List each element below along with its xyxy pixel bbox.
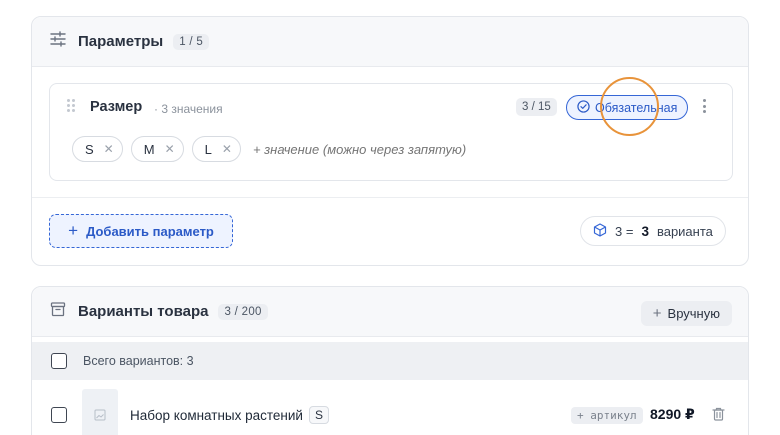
value-chip-label: S: [85, 141, 94, 157]
trash-icon[interactable]: [712, 407, 725, 426]
remove-value-icon[interactable]: ✕: [222, 142, 232, 156]
image-placeholder-icon[interactable]: [82, 389, 118, 435]
drag-handle-icon[interactable]: [67, 99, 75, 112]
check-circle-icon: [577, 99, 590, 116]
plus-icon: +: [68, 221, 79, 240]
plus-icon: +: [652, 305, 662, 322]
variants-total: 3: [641, 223, 649, 239]
total-variants-label: Всего вариантов: 3: [83, 354, 194, 368]
variants-header: Варианты товара 3 / 200 + Вручную: [32, 287, 748, 337]
select-all-row: Всего вариантов: 3: [32, 342, 748, 380]
add-sku-button[interactable]: + артикул: [571, 407, 643, 424]
add-manual-label: Вручную: [667, 306, 720, 321]
variant-name[interactable]: Набор комнатных растений: [130, 408, 303, 423]
more-options-icon[interactable]: [702, 99, 706, 113]
parameter-value-count: · 3 значения: [154, 102, 223, 116]
add-parameter-button[interactable]: + Добавить параметр: [49, 214, 233, 248]
variants-unit: варианта: [656, 223, 713, 239]
cube-icon: [593, 222, 607, 240]
parameters-header: Параметры 1 / 5: [32, 17, 748, 67]
parameter-name[interactable]: Размер: [90, 99, 142, 115]
variant-price[interactable]: 8290 ₽: [650, 406, 695, 423]
variants-card: Варианты товара 3 / 200 + Вручную Всего …: [31, 286, 749, 435]
parameters-counter: 1 / 5: [173, 33, 210, 50]
add-manual-button[interactable]: + Вручную: [640, 301, 732, 326]
variant-size-tag: S: [308, 406, 329, 424]
parameters-title: Параметры: [78, 33, 164, 50]
value-chip: M ✕: [130, 136, 184, 162]
variants-summary: 3 = 3 варианта: [580, 216, 726, 246]
variants-formula: 3 =: [615, 223, 634, 239]
sliders-icon: [50, 31, 66, 52]
parameters-card: Параметры 1 / 5 Размер · 3 значения 3 / …: [31, 16, 749, 266]
remove-value-icon[interactable]: ✕: [165, 142, 175, 156]
required-label: Обязательная: [595, 100, 678, 115]
add-parameter-label: Добавить параметр: [86, 223, 214, 239]
archive-icon: [50, 301, 66, 322]
remove-value-icon[interactable]: ✕: [104, 142, 114, 156]
add-value-input[interactable]: [252, 141, 503, 157]
row-checkbox[interactable]: [51, 407, 67, 423]
divider: [32, 197, 748, 198]
value-chip-label: L: [204, 141, 212, 157]
value-chip-label: M: [143, 141, 155, 157]
parameter-row: Размер · 3 значения 3 / 15 Обязательная …: [49, 83, 733, 181]
variants-counter: 3 / 200: [218, 303, 268, 320]
value-chip: L ✕: [191, 136, 241, 162]
required-toggle-button[interactable]: Обязательная: [566, 95, 689, 120]
table-row: Набор комнатных растений S + артикул 829…: [32, 387, 748, 435]
value-chips: S ✕ M ✕ L ✕: [72, 136, 503, 162]
variants-title: Варианты товара: [78, 303, 209, 320]
select-all-checkbox[interactable]: [51, 353, 67, 369]
value-chip: S ✕: [72, 136, 123, 162]
parameter-counter: 3 / 15: [516, 98, 557, 116]
